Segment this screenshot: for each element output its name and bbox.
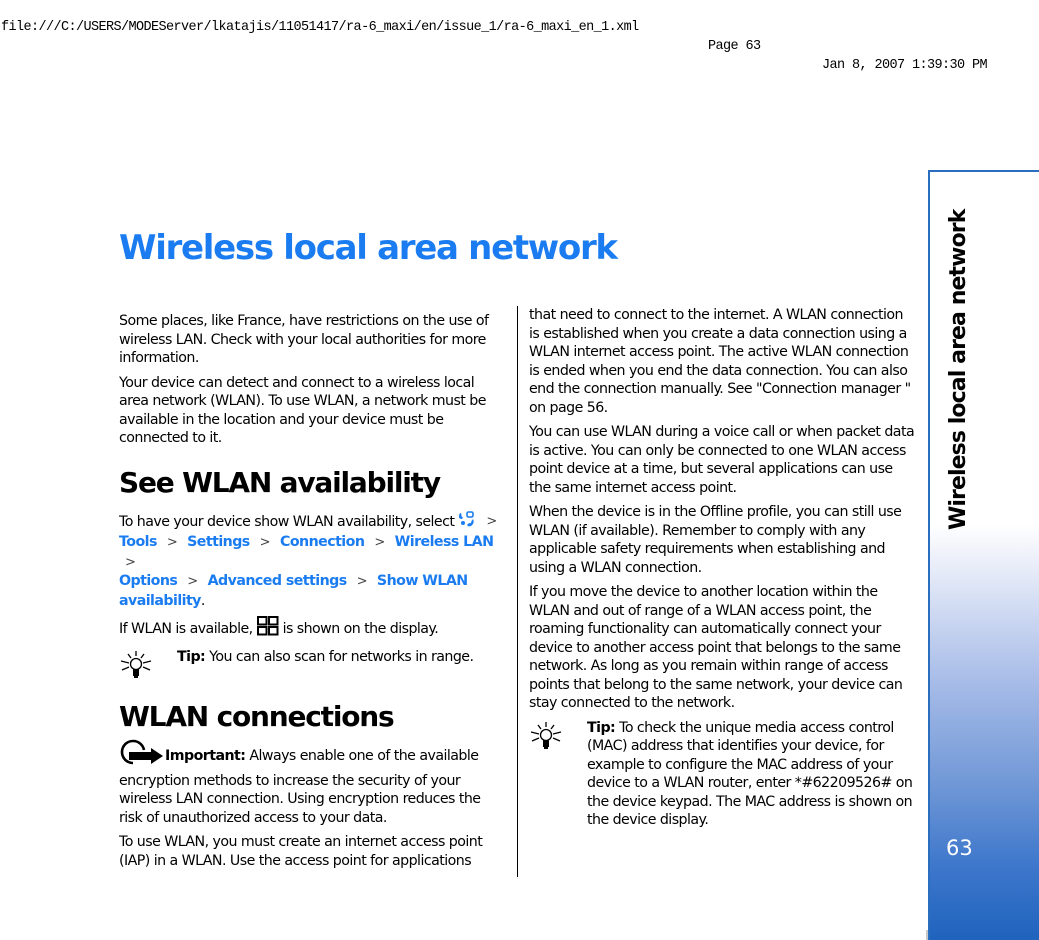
section-heading-wlan-connections: WLAN connections — [119, 700, 395, 733]
print-datetime: Jan 8, 2007 1:39:30 PM — [822, 57, 988, 74]
menu-path-paragraph: To have your device show WLAN availabili… — [119, 510, 507, 611]
body-paragraph: that need to connect to the internet. A … — [529, 307, 911, 416]
availability-paragraph: If WLAN is available, is shown on the di… — [119, 616, 507, 642]
tip-label: Tip: — [177, 648, 206, 665]
sidebar-shadow — [926, 930, 928, 940]
chapter-side-tab — [928, 170, 1039, 940]
tip-box: Tip: To check the unique media access co… — [529, 719, 917, 830]
path-separator: > — [374, 535, 385, 550]
tip-text: To check the unique media access control… — [587, 719, 913, 829]
tip-text: You can also scan for networks in range. — [209, 648, 474, 665]
menu-link-options[interactable]: Options — [119, 573, 178, 589]
path-separator: > — [486, 514, 497, 530]
body-paragraph: If you move the device to another locati… — [529, 584, 903, 711]
instruction-prefix: To have your device show WLAN availabili… — [119, 513, 455, 530]
chapter-title: Wireless local area network — [119, 228, 618, 268]
body-paragraph: You can use WLAN during a voice call or … — [529, 424, 915, 496]
body-paragraph: To use WLAN, you must create an internet… — [119, 834, 483, 869]
tip-label: Tip: — [587, 719, 616, 736]
column-divider — [517, 306, 518, 877]
intro-paragraph: Some places, like France, have restricti… — [119, 313, 489, 366]
important-note: Important: Always enable one of the avai… — [119, 738, 507, 827]
path-separator: > — [125, 554, 136, 570]
important-label: Important: — [165, 748, 246, 764]
menu-link-tools[interactable]: Tools — [119, 534, 157, 550]
print-page-label: Page 63 — [708, 38, 761, 55]
lightbulb-icon — [529, 721, 563, 757]
availability-prefix: If WLAN is available, — [119, 620, 253, 637]
page-number: 63 — [946, 836, 973, 860]
instruction-suffix: . — [200, 592, 206, 609]
path-separator: > — [356, 574, 368, 589]
menu-key-icon — [458, 510, 476, 534]
menu-link-connection[interactable]: Connection — [280, 534, 365, 550]
lightbulb-icon — [119, 650, 153, 686]
tip-box: Tip: You can also scan for networks in r… — [119, 648, 507, 678]
right-column: that need to connect to the internet. A … — [529, 306, 917, 836]
intro-paragraph: Your device can detect and connect to a … — [119, 374, 486, 447]
path-separator: > — [259, 535, 271, 550]
body-paragraph: When the device is in the Offline profil… — [529, 504, 902, 576]
wlan-available-icon — [256, 616, 279, 642]
left-column: Some places, like France, have restricti… — [119, 312, 507, 876]
section-heading-see-wlan: See WLAN availability — [119, 465, 441, 499]
file-url: file:///C:/USERS/MODEServer/lkatajis/110… — [1, 19, 639, 36]
availability-suffix: is shown on the display. — [282, 620, 439, 637]
print-header: file:///C:/USERS/MODEServer/lkatajis/110… — [0, 0, 1039, 74]
path-separator: > — [166, 535, 178, 550]
side-tab-title: Wireless local area network — [946, 209, 971, 530]
menu-link-settings[interactable]: Settings — [187, 534, 250, 550]
important-pointer-icon — [119, 738, 165, 772]
menu-link-advanced-settings[interactable]: Advanced settings — [208, 573, 348, 589]
menu-link-wireless-lan[interactable]: Wireless LAN — [395, 534, 494, 550]
path-separator: > — [187, 574, 198, 589]
